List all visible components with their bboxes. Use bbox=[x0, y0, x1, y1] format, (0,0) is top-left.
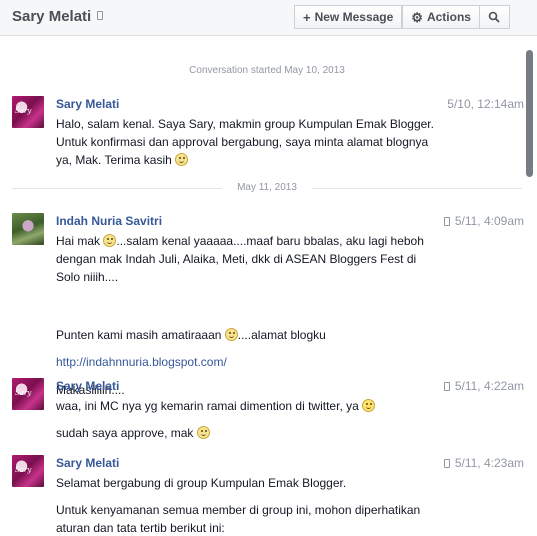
sender-name[interactable]: Indah Nuria Savitri bbox=[56, 214, 162, 228]
message-body: sudah saya approve, mak bbox=[56, 424, 476, 442]
conversation-header: Sary Melati + New Message ⚙ Actions bbox=[0, 0, 537, 36]
message-item: Indah Nuria Savitri 5/11, 4:09am Hai mak… bbox=[12, 213, 524, 397]
message-text: ...salam kenal yaaaaa....maaf baru bbala… bbox=[116, 234, 424, 248]
smile-emoji-icon bbox=[224, 328, 238, 341]
message-text-line: sudah saya approve, mak bbox=[56, 424, 476, 442]
message-item: Sary Sary Melati 5/11, 4:22am waa, ini M… bbox=[12, 378, 524, 448]
message-text-line: Hai mak ...salam kenal yaaaaa....maaf ba… bbox=[56, 232, 476, 250]
plus-icon: + bbox=[303, 9, 311, 25]
message-text-line: Untuk kenyamanan semua member di group i… bbox=[56, 503, 421, 517]
message-text-line: Selamat bergabung di group Kumpulan Emak… bbox=[56, 476, 347, 490]
actions-label: Actions bbox=[426, 10, 471, 24]
date-divider: May 11, 2013 bbox=[12, 182, 522, 193]
mobile-icon bbox=[443, 217, 450, 226]
date-divider-label: May 11, 2013 bbox=[237, 182, 297, 193]
mobile-icon bbox=[443, 459, 450, 468]
message-time: 5/11, 4:23am bbox=[443, 456, 524, 470]
message-time: 5/11, 4:22am bbox=[443, 379, 524, 393]
message-text: sudah saya approve, mak bbox=[56, 426, 194, 440]
message-time: 5/10, 12:14am bbox=[447, 97, 524, 111]
message-link[interactable]: http://indahnnuria.blogspot.com/ bbox=[56, 353, 476, 371]
message-text: ....alamat blogku bbox=[237, 328, 326, 342]
avatar[interactable]: Sary bbox=[12, 455, 44, 487]
message-thread[interactable]: Conversation started May 10, 2013 Sary S… bbox=[0, 36, 537, 536]
message-text-line: dengan mak Indah Juli, Alaika, Meti, dkk… bbox=[56, 252, 417, 266]
new-message-button[interactable]: + New Message bbox=[294, 5, 403, 29]
header-button-group: + New Message ⚙ Actions bbox=[294, 5, 510, 29]
avatar[interactable]: Sary bbox=[12, 96, 44, 128]
smile-emoji-icon bbox=[175, 153, 189, 166]
message-body: waa, ini MC nya yg kemarin ramai dimenti… bbox=[56, 397, 476, 415]
gear-icon: ⚙ bbox=[411, 9, 423, 25]
message-body: Selamat bergabung di group Kumpulan Emak… bbox=[56, 474, 476, 492]
wink-emoji-icon bbox=[362, 399, 376, 412]
smile-emoji-icon bbox=[103, 234, 117, 247]
avatar[interactable] bbox=[12, 213, 44, 245]
message-text-line: Solo niiih.... bbox=[56, 270, 119, 284]
sender-name[interactable]: Sary Melati bbox=[56, 97, 119, 111]
message-text: Punten kami masih amatiraaan bbox=[56, 328, 222, 342]
message-body: http://indahnnuria.blogspot.com/ bbox=[56, 353, 476, 371]
sender-name[interactable]: Sary Melati bbox=[56, 456, 119, 470]
mobile-icon bbox=[443, 382, 450, 391]
message-text-line: Untuk konfirmasi dan approval bergabung,… bbox=[56, 135, 429, 149]
conversation-title-text[interactable]: Sary Melati bbox=[12, 8, 91, 25]
message-body: Punten kami masih amatiraaan ....alamat … bbox=[56, 326, 476, 344]
message-text: Hai mak bbox=[56, 234, 101, 248]
message-item: Sary Sary Melati 5/11, 4:23am Selamat be… bbox=[12, 455, 524, 536]
mobile-icon bbox=[97, 11, 104, 20]
message-time-text: 5/11, 4:23am bbox=[454, 456, 524, 470]
message-time: 5/11, 4:09am bbox=[443, 214, 524, 228]
message-text-line: Punten kami masih amatiraaan ....alamat … bbox=[56, 326, 476, 344]
message-time-text: 5/11, 4:09am bbox=[454, 214, 524, 228]
search-icon bbox=[489, 11, 501, 23]
message-body: Untuk kenyamanan semua member di group i… bbox=[56, 501, 476, 536]
message-text-line: ya, Mak. Terima kasih bbox=[56, 151, 476, 169]
message-time-text: 5/11, 4:22am bbox=[454, 379, 524, 393]
message-item: Sary Sary Melati 5/10, 12:14am Halo, sal… bbox=[12, 96, 524, 169]
message-text-line: waa, ini MC nya yg kemarin ramai dimenti… bbox=[56, 397, 476, 415]
message-text-line: aturan dan tata tertib berikut ini: bbox=[56, 521, 225, 535]
message-text-line: Halo, salam kenal. Saya Sary, makmin gro… bbox=[56, 117, 434, 131]
actions-button[interactable]: ⚙ Actions bbox=[402, 5, 480, 29]
scrollbar-thumb[interactable] bbox=[526, 50, 533, 177]
message-body: Halo, salam kenal. Saya Sary, makmin gro… bbox=[56, 115, 476, 169]
avatar[interactable]: Sary bbox=[12, 378, 44, 410]
conversation-title: Sary Melati bbox=[12, 8, 104, 25]
message-body: Hai mak ...salam kenal yaaaaa....maaf ba… bbox=[56, 232, 476, 286]
search-button[interactable] bbox=[479, 5, 510, 29]
message-text: ya, Mak. Terima kasih bbox=[56, 153, 172, 167]
sender-name[interactable]: Sary Melati bbox=[56, 379, 119, 393]
new-message-label: New Message bbox=[314, 10, 394, 24]
message-text: waa, ini MC nya yg kemarin ramai dimenti… bbox=[56, 399, 359, 413]
smile-emoji-icon bbox=[196, 426, 210, 439]
conversation-start-divider: Conversation started May 10, 2013 bbox=[189, 65, 345, 76]
